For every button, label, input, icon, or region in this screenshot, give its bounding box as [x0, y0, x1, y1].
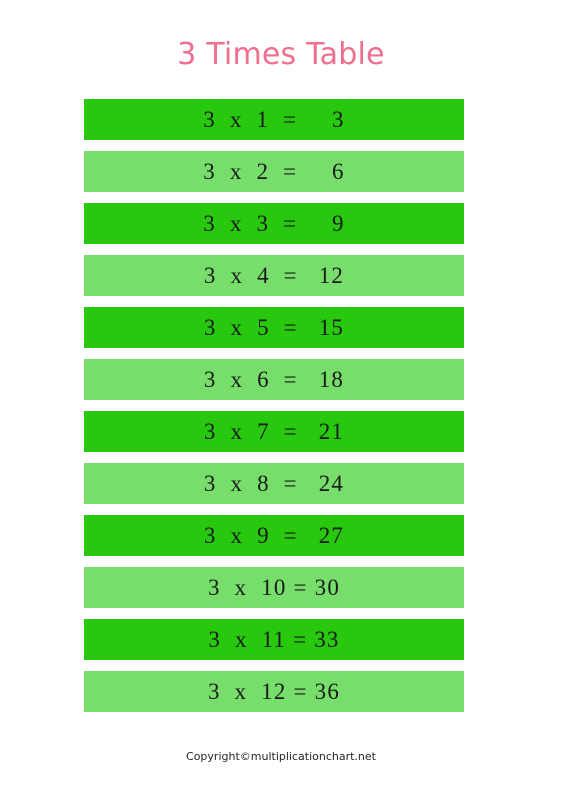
equation-text: 3 x 9 = 27: [203, 523, 345, 548]
times-table-page: 3 Times Table 3 x 1 = 3 3 x 2 = 6 3 x 3 = …: [0, 0, 562, 800]
equation-text: 3 x 12 = 36: [207, 679, 341, 704]
page-title: 3 Times Table: [177, 37, 385, 72]
table-row: 3 x 6 = 18: [84, 359, 464, 400]
table-row: 3 x 2 = 6: [84, 151, 464, 192]
times-table-rows: 3 x 1 = 3 3 x 2 = 6 3 x 3 = 9 3 x 4 = 12 3 x…: [84, 99, 464, 723]
equation-text: 3 x 4 = 12: [203, 263, 345, 288]
table-row: 3 x 9 = 27: [84, 515, 464, 556]
equation-text: 3 x 10 = 30: [207, 575, 341, 600]
equation-text: 3 x 8 = 24: [203, 471, 345, 496]
table-row: 3 x 5 = 15: [84, 307, 464, 348]
table-row: 3 x 1 = 3: [84, 99, 464, 140]
table-row: 3 x 3 = 9: [84, 203, 464, 244]
copyright-footer: Copyright©multiplicationchart.net: [186, 750, 376, 763]
equation-text: 3 x 5 = 15: [203, 315, 345, 340]
table-row: 3 x 4 = 12: [84, 255, 464, 296]
equation-text: 3 x 2 = 6: [203, 159, 345, 184]
table-row: 3 x 11 = 33: [84, 619, 464, 660]
equation-text: 3 x 11 = 33: [208, 627, 340, 652]
equation-text: 3 x 7 = 21: [203, 419, 345, 444]
equation-text: 3 x 3 = 9: [203, 211, 345, 236]
equation-text: 3 x 6 = 18: [203, 367, 345, 392]
table-row: 3 x 12 = 36: [84, 671, 464, 712]
table-row: 3 x 10 = 30: [84, 567, 464, 608]
table-row: 3 x 8 = 24: [84, 463, 464, 504]
table-row: 3 x 7 = 21: [84, 411, 464, 452]
equation-text: 3 x 1 = 3: [203, 107, 345, 132]
